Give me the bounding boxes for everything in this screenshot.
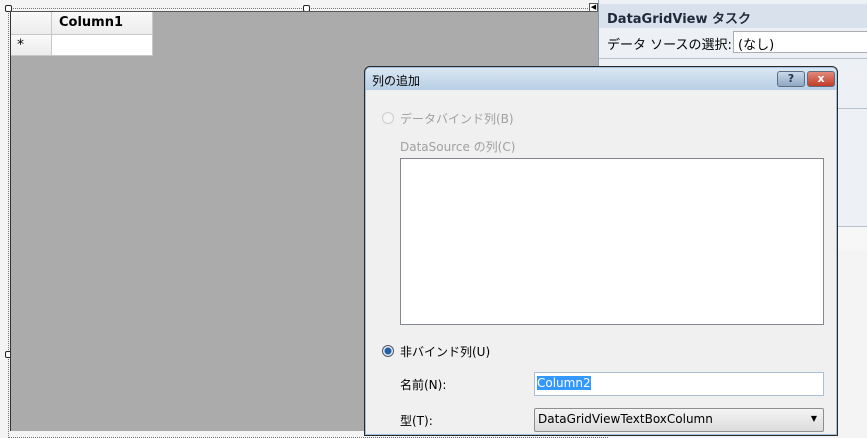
datasource-columns-label: DataSource の列(C): [400, 140, 516, 154]
datasource-select[interactable]: (なし): [733, 31, 867, 53]
add-column-dialog: 列の追加 ? x データバインド列(B) DataSource の列(C) 非バ…: [364, 66, 838, 436]
tasks-panel-title: DataGridView タスク: [599, 4, 867, 28]
bound-column-label: データバインド列(B): [400, 112, 514, 126]
name-input[interactable]: Column2: [534, 372, 824, 396]
new-row-cell[interactable]: [52, 35, 153, 56]
help-button[interactable]: ?: [777, 71, 805, 87]
chevron-down-icon: ▼: [810, 414, 817, 423]
type-select[interactable]: DataGridViewTextBoxColumn ▼: [534, 408, 824, 432]
unbound-column-label: 非バインド列(U): [400, 345, 491, 359]
unbound-column-radio[interactable]: [382, 345, 394, 357]
smart-tag-collapse-icon[interactable]: ◀: [589, 3, 598, 12]
name-label: 名前(N):: [400, 378, 447, 392]
type-select-value: DataGridViewTextBoxColumn: [538, 412, 713, 426]
close-button[interactable]: x: [807, 71, 835, 87]
dialog-title: 列の追加: [366, 68, 836, 90]
new-row-header[interactable]: *: [11, 35, 52, 56]
name-input-value: Column2: [537, 376, 591, 390]
bound-column-radio[interactable]: [382, 112, 394, 124]
column-header[interactable]: Column1: [52, 12, 153, 35]
datasource-columns-list[interactable]: [400, 158, 824, 325]
divider: [599, 58, 867, 59]
datasource-label: データ ソースの選択:: [607, 38, 732, 53]
top-left-header-cell: [11, 12, 52, 35]
type-label: 型(T):: [400, 414, 433, 428]
